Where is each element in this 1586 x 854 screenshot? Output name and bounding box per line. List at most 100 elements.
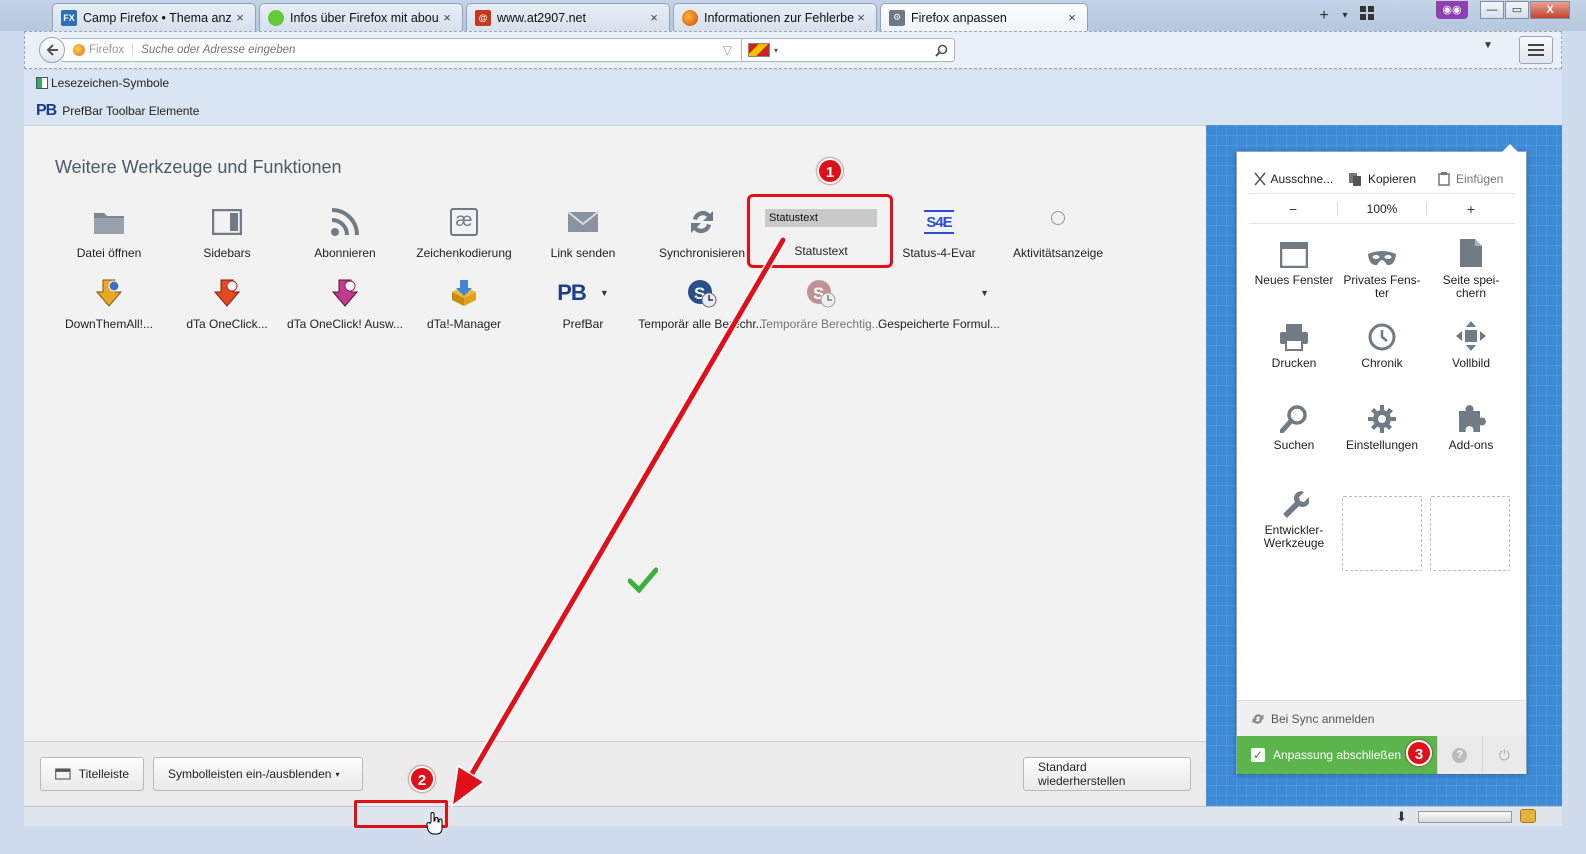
- menu-item-fullscreen[interactable]: Vollbild: [1426, 317, 1516, 370]
- dropdown-arrow-icon: ▾: [335, 769, 340, 779]
- back-button[interactable]: [39, 37, 65, 63]
- bookmarks-toolbar-label[interactable]: Lesezeichen-Symbole: [51, 76, 169, 90]
- fullscreen-icon: [1456, 321, 1486, 351]
- tab-firefox-anpassen[interactable]: ⚙ Firefox anpassen ×: [880, 3, 1088, 31]
- search-input[interactable]: [782, 44, 935, 56]
- menu-item-label: Seite spei- chern: [1442, 273, 1500, 300]
- menu-item-label: Einstellungen: [1345, 438, 1419, 452]
- prefbar-icon: PB: [557, 280, 587, 305]
- download-progress-bar: [1418, 811, 1512, 823]
- wrench-icon: [1283, 491, 1309, 518]
- menu-item-label: Chronik: [1361, 356, 1403, 370]
- addon-bar-icon[interactable]: [1520, 809, 1536, 823]
- tab-camp-firefox[interactable]: FX Camp Firefox • Thema anz... ×: [52, 3, 256, 31]
- palette-item-label: Status-4-Evar: [902, 246, 976, 260]
- palette-item-link-senden[interactable]: Link senden: [519, 202, 647, 260]
- new-window-icon: [1280, 242, 1308, 268]
- palette-item-dta-oneclick-auswahl[interactable]: dTa OneClick! Ausw...: [281, 273, 409, 331]
- menu-item-history[interactable]: Chronik: [1337, 317, 1427, 370]
- tab-infos-firefox[interactable]: Infos über Firefox mit abou... ×: [259, 3, 463, 31]
- firefox-icon: [682, 9, 698, 26]
- tab-close-icon[interactable]: ×: [1065, 10, 1079, 25]
- palette-item-abonnieren[interactable]: Abonnieren: [281, 202, 409, 260]
- sync-signin-button[interactable]: Bei Sync anmelden: [1237, 700, 1526, 736]
- printer-icon: [1280, 324, 1308, 351]
- identity-box[interactable]: Firefox: [61, 44, 124, 56]
- palette-item-temporaer-alle[interactable]: S Temporär alle Berechr...: [638, 273, 766, 331]
- dta-manager-icon: [452, 280, 476, 306]
- edit-controls: Ausschne... Kopieren Einfügen: [1249, 164, 1515, 194]
- palette-item-label: Temporär alle Berechr...: [638, 317, 766, 331]
- cut-button[interactable]: Ausschne...: [1249, 172, 1338, 186]
- menu-item-label: Vollbild: [1451, 356, 1491, 370]
- palette-item-label: dTa OneClick...: [186, 317, 268, 331]
- paste-label: Einfügen: [1455, 171, 1504, 186]
- palette-item-label: Sidebars: [203, 246, 251, 260]
- tab-label: Firefox anpassen: [911, 10, 1007, 25]
- tab-close-icon[interactable]: ×: [440, 10, 454, 25]
- palette-item-prefbar[interactable]: PB ▼ PrefBar: [519, 273, 647, 331]
- close-window-button[interactable]: X: [1530, 1, 1570, 19]
- new-tab-button[interactable]: +: [1314, 6, 1334, 26]
- restore-defaults-button[interactable]: Standard wiederherstellen: [1023, 757, 1191, 791]
- empty-slot-placeholder: [1342, 496, 1422, 571]
- clipboard-icon: [1438, 171, 1450, 186]
- titlebar-toggle-button[interactable]: Titelleiste: [40, 757, 144, 791]
- toolbar-overflow-dropdown-icon[interactable]: ▼: [1483, 40, 1493, 51]
- search-engine-icon[interactable]: [748, 43, 770, 57]
- zoom-reset-button[interactable]: 100%: [1337, 201, 1427, 216]
- menu-item-settings[interactable]: Einstellungen: [1337, 399, 1427, 452]
- annotation-number-2: 2: [409, 766, 435, 792]
- palette-item-sidebars[interactable]: Sidebars: [163, 202, 291, 260]
- palette-item-dta-oneclick[interactable]: dTa OneClick...: [163, 273, 291, 331]
- palette-item-status-4-evar[interactable]: S4E Status-4-Evar: [875, 202, 1003, 260]
- tab-at2907[interactable]: @ www.at2907.net ×: [466, 3, 670, 31]
- menu-item-new-window[interactable]: Neues Fenster: [1249, 234, 1339, 287]
- tab-close-icon[interactable]: ×: [854, 10, 868, 25]
- search-bar[interactable]: ▾: [741, 38, 955, 62]
- help-button[interactable]: ?: [1437, 736, 1482, 774]
- zoom-in-button[interactable]: +: [1427, 201, 1515, 217]
- palette-item-downthemall[interactable]: DownThemAll!...: [45, 273, 173, 331]
- palette-item-gespeicherte-formulare[interactable]: ▼ Gespeicherte Formul...: [875, 273, 1003, 331]
- prefbar-toolbar-label[interactable]: PrefBar Toolbar Elemente: [62, 104, 199, 118]
- search-engine-dropdown-icon[interactable]: ▾: [774, 46, 778, 55]
- palette-item-label: Datei öffnen: [76, 246, 142, 260]
- download-arrow-icon[interactable]: ⬇: [1396, 809, 1407, 825]
- menu-item-addons[interactable]: Add-ons: [1426, 399, 1516, 452]
- palette-item-temporaere-berechtigungen[interactable]: S Temporäre Berechtig...: [757, 273, 885, 331]
- url-history-dropdown-icon[interactable]: ▽: [723, 43, 732, 57]
- drop-success-check-icon: [628, 567, 658, 593]
- saved-forms-icon: ▼: [980, 288, 989, 298]
- palette-item-label: Zeichenkodierung: [416, 246, 512, 260]
- paste-button[interactable]: Einfügen: [1426, 171, 1515, 186]
- menu-item-private-window[interactable]: Privates Fens- ter: [1337, 234, 1427, 300]
- palette-item-zeichenkodierung[interactable]: æ Zeichenkodierung: [400, 202, 528, 260]
- palette-title: Weitere Werkzeuge und Funktionen: [55, 157, 342, 177]
- copy-button[interactable]: Kopieren: [1338, 172, 1427, 186]
- sync-icon: [1252, 713, 1264, 724]
- menu-item-print[interactable]: Drucken: [1249, 317, 1339, 370]
- bookmarks-toolbar-icon: [36, 77, 48, 89]
- list-all-tabs-button[interactable]: ▾: [1338, 6, 1352, 26]
- search-icon[interactable]: [935, 44, 948, 57]
- zoom-out-button[interactable]: −: [1249, 201, 1337, 217]
- url-bar[interactable]: Firefox ▽ ↻: [61, 38, 759, 62]
- palette-item-datei-oeffnen[interactable]: Datei öffnen: [45, 202, 173, 260]
- minimize-button[interactable]: —: [1480, 1, 1504, 19]
- url-input[interactable]: [141, 44, 723, 56]
- tab-close-icon[interactable]: ×: [233, 10, 247, 25]
- palette-item-dta-manager[interactable]: dTa!-Manager: [400, 273, 528, 331]
- tab-close-icon[interactable]: ×: [647, 10, 661, 25]
- menu-item-developer-tools[interactable]: Entwickler- Werkzeuge: [1249, 484, 1339, 550]
- menu-item-search[interactable]: Suchen: [1249, 399, 1339, 452]
- quit-button[interactable]: ⏻: [1481, 736, 1527, 774]
- palette-item-aktivitaetsanzeige[interactable]: Aktivitätsanzeige: [994, 202, 1122, 260]
- palette-item-label: Temporäre Berechtig...: [760, 317, 882, 331]
- toolbars-visibility-button[interactable]: Symbolleisten ein-/ausblenden ▾: [153, 757, 363, 791]
- restore-button[interactable]: ▭: [1505, 1, 1529, 19]
- tab-fehlerberichte[interactable]: Informationen zur Fehlerbe... ×: [673, 3, 877, 31]
- menu-item-save-page[interactable]: Seite spei- chern: [1426, 234, 1516, 300]
- tab-groups-icon[interactable]: [1358, 6, 1376, 26]
- menu-button[interactable]: [1519, 36, 1553, 64]
